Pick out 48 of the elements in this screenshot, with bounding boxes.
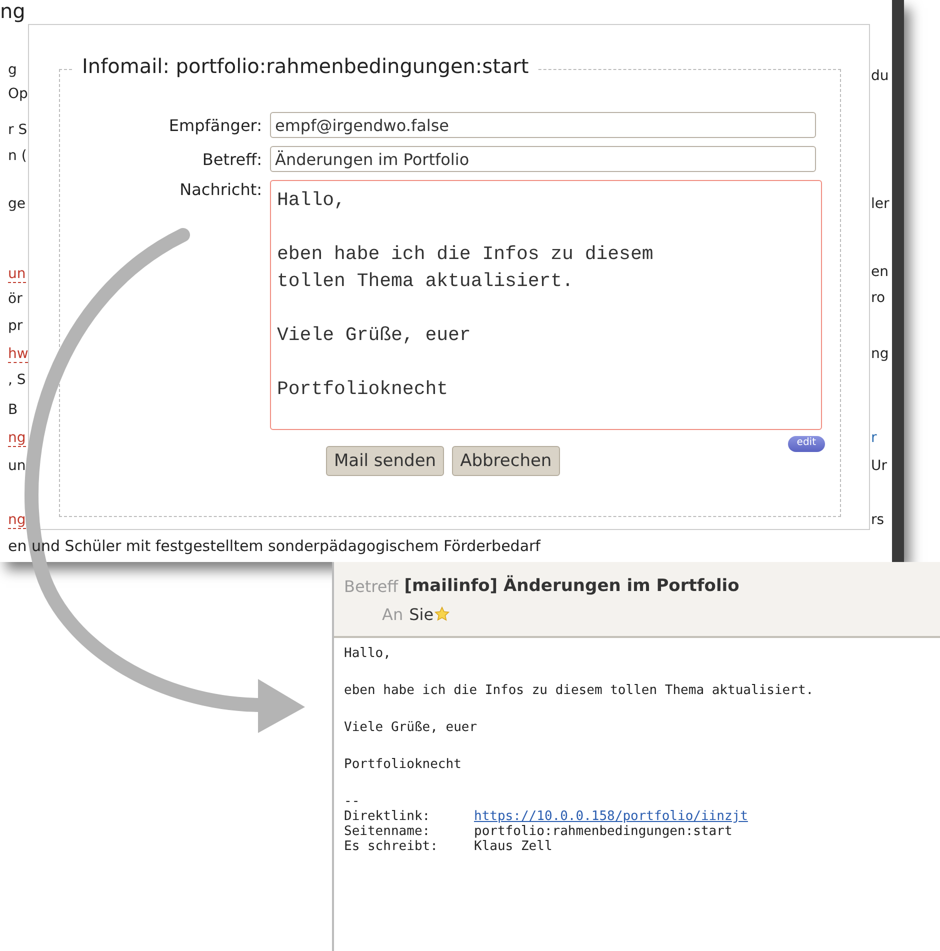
input-field[interactable]: Änderungen im Portfolio — [270, 146, 816, 172]
dialog-button[interactable]: Mail senden — [326, 446, 444, 476]
recipient: Sie — [409, 604, 434, 624]
page-text: rs — [871, 512, 884, 528]
edit-badge[interactable]: edit — [788, 436, 825, 452]
subject-label: Betreff — [344, 576, 398, 596]
mail-subject: [mailinfo] Änderungen im Portfolio — [404, 576, 740, 596]
mail-text: Viele Grüße, euer — [344, 720, 478, 735]
page-text: ro — [871, 290, 886, 306]
dialog-button[interactable]: Abbrechen — [452, 446, 560, 476]
page-text: Op — [8, 86, 28, 102]
signature-label: Direktlink: — [344, 809, 432, 824]
star-icon — [434, 606, 450, 622]
recipient-label: An — [382, 604, 404, 624]
signature-value: Klaus Zell — [474, 839, 552, 854]
page-text: ör — [8, 291, 22, 307]
text-link[interactable]: r — [871, 430, 877, 446]
page-heading: ng — [0, 0, 26, 22]
page-text: Ur — [871, 458, 888, 474]
page-text: n ( — [8, 148, 27, 164]
text-link[interactable]: ng — [8, 430, 26, 447]
page-text: ge — [8, 196, 26, 212]
page-text: du — [871, 68, 889, 84]
page-text: ler — [871, 196, 890, 212]
page-text: r S — [8, 122, 28, 138]
mail-text: eben habe ich die Infos zu diesem tollen Thema aktualisiert. — [344, 683, 815, 698]
field-label: Nachricht: — [178, 180, 262, 199]
page-text: g — [8, 62, 17, 78]
message-field[interactable]: Hallo, eben habe ich die Infos zu diesem tollen Thema aktualisiert. Viele Grüße, euer Portfolioknecht — [270, 180, 822, 430]
page-text: en — [871, 264, 888, 280]
page-text: B — [8, 402, 18, 418]
mail-text: Portfolioknecht — [344, 757, 462, 772]
direct-link[interactable]: https://10.0.0.158/portfolio/iinzjt — [474, 809, 748, 824]
page-text: en und Schüler mit festgestelltem sonderpädagogischem Förderbedarf — [8, 537, 540, 555]
page-text: , S — [8, 372, 26, 388]
signature-separator: -- — [344, 794, 361, 809]
page-text: ng — [871, 346, 889, 362]
input-field[interactable]: empf@irgendwo.false — [270, 112, 816, 138]
signature-label: Seitenname: — [344, 824, 432, 839]
page-text: un — [8, 458, 26, 474]
field-label: Betreff: — [201, 150, 262, 168]
mail-text: Hallo, — [344, 646, 392, 661]
page-text: pr — [8, 318, 23, 334]
text-link[interactable]: ng — [8, 512, 26, 529]
signature-value: portfolio:rahmenbedingungen:start — [474, 824, 732, 839]
field-label: Empfänger: — [168, 116, 262, 134]
signature-label: Es schreibt: — [344, 839, 439, 854]
text-link[interactable]: un — [8, 266, 26, 283]
